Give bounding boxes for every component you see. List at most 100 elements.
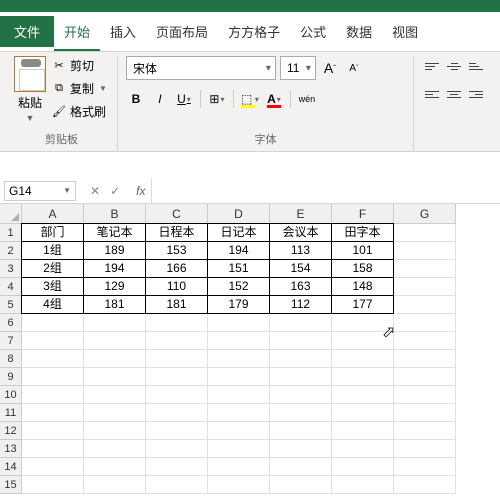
confirm-formula-button[interactable]: ✓ — [110, 184, 120, 198]
cell[interactable] — [84, 458, 146, 476]
cell[interactable] — [394, 224, 456, 242]
cell[interactable]: 151 — [207, 259, 270, 278]
cell[interactable] — [146, 440, 208, 458]
cell[interactable] — [332, 476, 394, 494]
cell[interactable] — [84, 314, 146, 332]
tab-file[interactable]: 文件 — [0, 16, 54, 47]
cell[interactable] — [394, 332, 456, 350]
cell[interactable]: 166 — [145, 259, 208, 278]
chevron-down-icon[interactable]: ▼ — [63, 186, 71, 195]
cell[interactable]: 129 — [83, 277, 146, 296]
italic-button[interactable]: I — [150, 88, 170, 110]
align-center-button[interactable] — [444, 84, 464, 104]
cell[interactable] — [146, 332, 208, 350]
column-header[interactable]: A — [22, 204, 84, 224]
cell[interactable] — [270, 476, 332, 494]
row-header[interactable]: 11 — [0, 404, 22, 422]
column-header[interactable]: B — [84, 204, 146, 224]
tab-fanggezi[interactable]: 方方格子 — [218, 16, 290, 47]
cell[interactable] — [208, 458, 270, 476]
align-bottom-button[interactable] — [466, 56, 486, 76]
column-header[interactable]: D — [208, 204, 270, 224]
cell[interactable] — [146, 314, 208, 332]
row-header[interactable]: 7 — [0, 332, 22, 350]
cell[interactable] — [84, 404, 146, 422]
select-all-corner[interactable] — [0, 204, 22, 224]
cell[interactable] — [22, 422, 84, 440]
spreadsheet-grid[interactable]: ABCDEFG 123456789101112131415 部门笔记本日程本日记… — [0, 204, 500, 494]
cell[interactable] — [146, 476, 208, 494]
cell[interactable] — [394, 386, 456, 404]
cell[interactable] — [332, 350, 394, 368]
tab-view[interactable]: 视图 — [382, 16, 428, 47]
cell[interactable] — [146, 368, 208, 386]
font-size-select[interactable]: 11 — [280, 56, 316, 80]
fill-color-button[interactable]: ⬚▾ — [240, 88, 260, 110]
border-button[interactable]: ⊞▾ — [207, 88, 227, 110]
cell[interactable]: 101 — [331, 241, 394, 260]
cell[interactable] — [84, 386, 146, 404]
column-header[interactable]: G — [394, 204, 456, 224]
row-header[interactable]: 8 — [0, 350, 22, 368]
decrease-font-button[interactable]: Aˇ — [344, 57, 364, 79]
cell[interactable] — [394, 440, 456, 458]
row-header[interactable]: 5 — [0, 296, 22, 314]
tab-insert[interactable]: 插入 — [100, 16, 146, 47]
cell[interactable] — [332, 440, 394, 458]
tab-home[interactable]: 开始 — [54, 16, 100, 47]
cell[interactable]: 194 — [83, 259, 146, 278]
cell[interactable]: 3组 — [21, 277, 84, 296]
cell[interactable]: 158 — [331, 259, 394, 278]
row-header[interactable]: 15 — [0, 476, 22, 494]
row-header[interactable]: 12 — [0, 422, 22, 440]
row-header[interactable]: 3 — [0, 260, 22, 278]
cell[interactable] — [208, 368, 270, 386]
cell[interactable] — [270, 404, 332, 422]
cell[interactable]: 日程本 — [145, 223, 208, 242]
cell[interactable] — [22, 350, 84, 368]
cell[interactable]: 154 — [269, 259, 332, 278]
cell[interactable] — [84, 422, 146, 440]
cell[interactable] — [394, 242, 456, 260]
cell[interactable]: 110 — [145, 277, 208, 296]
chevron-down-icon[interactable]: ▼ — [99, 84, 107, 93]
cell[interactable] — [394, 368, 456, 386]
copy-button[interactable]: ⧉ 复制 ▼ — [50, 79, 109, 98]
cell[interactable]: 会议本 — [269, 223, 332, 242]
cell[interactable] — [394, 296, 456, 314]
cell[interactable] — [22, 440, 84, 458]
column-header[interactable]: C — [146, 204, 208, 224]
row-header[interactable]: 13 — [0, 440, 22, 458]
align-right-button[interactable] — [466, 84, 486, 104]
cell[interactable]: 179 — [207, 295, 270, 314]
cell[interactable] — [146, 422, 208, 440]
cell[interactable] — [22, 476, 84, 494]
tab-page-layout[interactable]: 页面布局 — [146, 16, 218, 47]
cell[interactable] — [332, 458, 394, 476]
align-top-button[interactable] — [422, 56, 442, 76]
cell[interactable] — [84, 332, 146, 350]
cell[interactable] — [208, 350, 270, 368]
cell[interactable] — [84, 476, 146, 494]
cell[interactable] — [146, 386, 208, 404]
cell[interactable] — [208, 332, 270, 350]
tab-data[interactable]: 数据 — [336, 16, 382, 47]
cell[interactable]: 2组 — [21, 259, 84, 278]
cell[interactable] — [270, 350, 332, 368]
cell[interactable]: 189 — [83, 241, 146, 260]
cell[interactable] — [208, 476, 270, 494]
cell[interactable] — [270, 422, 332, 440]
cut-button[interactable]: ✂ 剪切 — [50, 56, 109, 75]
row-header[interactable]: 4 — [0, 278, 22, 296]
cell[interactable]: 日记本 — [207, 223, 270, 242]
cancel-formula-button[interactable]: ✕ — [90, 184, 100, 198]
cell[interactable] — [22, 458, 84, 476]
row-header[interactable]: 14 — [0, 458, 22, 476]
font-name-select[interactable]: 宋体 — [126, 56, 276, 80]
cell[interactable]: 田字本 — [331, 223, 394, 242]
align-middle-button[interactable] — [444, 56, 464, 76]
cell[interactable] — [332, 422, 394, 440]
bold-button[interactable]: B — [126, 88, 146, 110]
row-header[interactable]: 6 — [0, 314, 22, 332]
cell[interactable]: 163 — [269, 277, 332, 296]
